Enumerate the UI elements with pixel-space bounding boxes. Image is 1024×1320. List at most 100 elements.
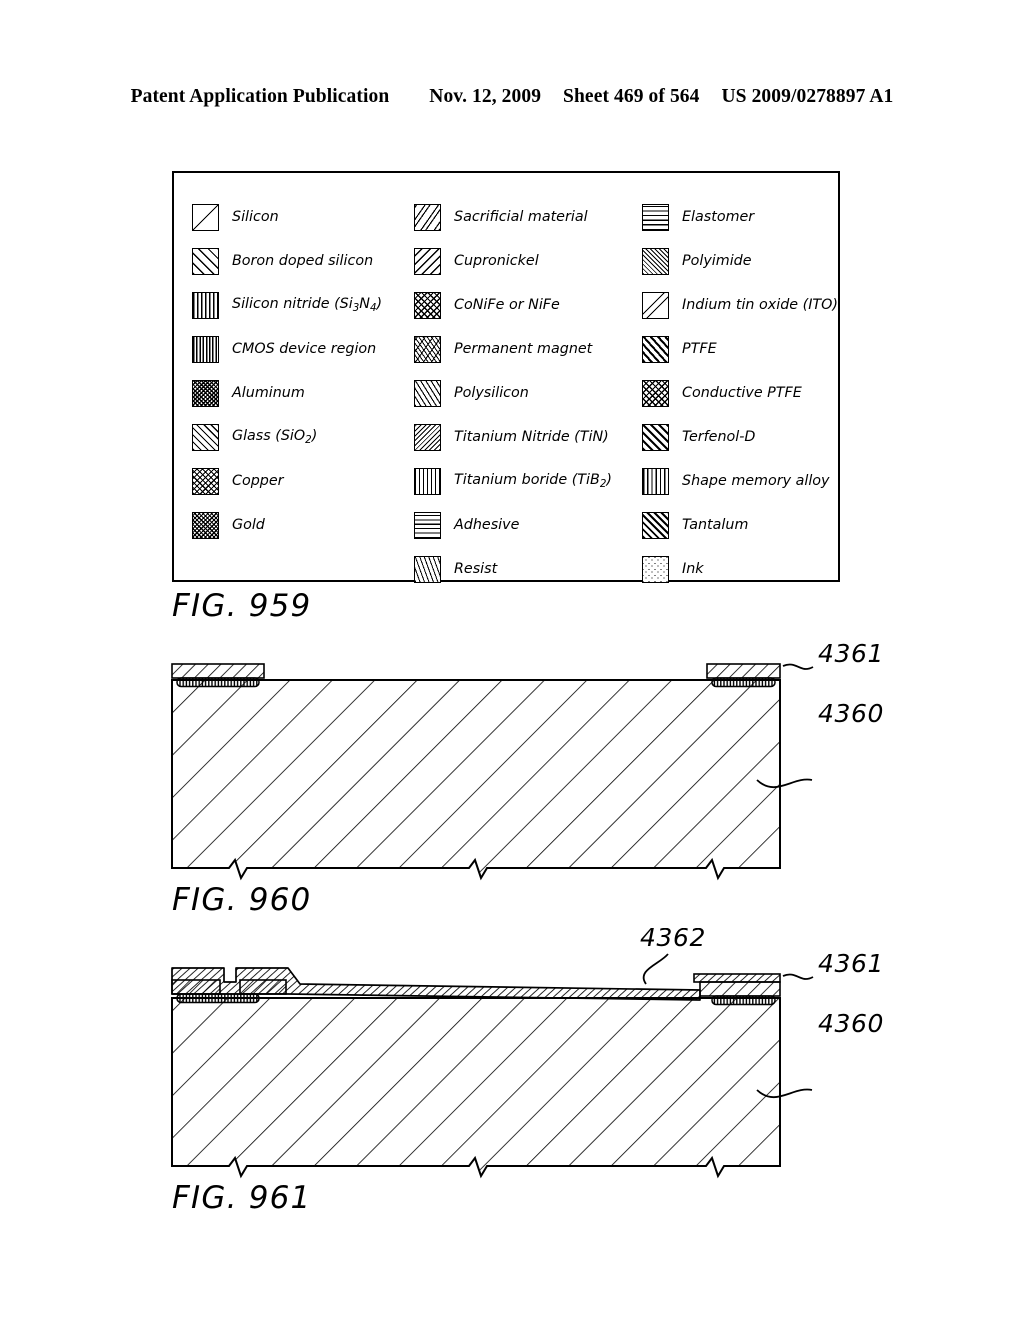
terfenol-swatch-icon: [642, 423, 669, 451]
legend-item-label: Elastomer: [682, 208, 755, 225]
legend-item: Silicon nitride (Si3N4): [192, 283, 410, 327]
legend-item: Resist: [414, 547, 644, 591]
legend-item: Adhesive: [414, 503, 644, 547]
legend-column-1: Silicon Boron doped silicon Silicon nitrid…: [192, 195, 410, 547]
legend-item-label: Sacrificial material: [454, 208, 588, 225]
elastomer-swatch-icon: [642, 203, 669, 231]
legend-item: Permanent magnet: [414, 327, 644, 371]
legend-item: Copper: [192, 459, 410, 503]
legend-item-label: CMOS device region: [232, 340, 377, 357]
legend-item-label: Titanium boride (TiB2): [454, 471, 612, 490]
legend-item-label: Boron doped silicon: [232, 252, 374, 269]
legend-item: CMOS device region: [192, 327, 410, 371]
capping-layer-left-4361: [171, 663, 265, 688]
legend-item-label: Cupronickel: [454, 252, 539, 269]
legend-item: Indium tin oxide (ITO): [642, 283, 842, 327]
crosshatch-swatch-icon: [192, 467, 219, 495]
poly-swatch-icon: [414, 379, 441, 407]
reference-numeral-4361: 4361: [818, 639, 884, 668]
vert-swatch-icon: [192, 291, 219, 319]
header-publication: Patent Application Publication: [130, 86, 390, 107]
reference-numeral-4362: 4362: [640, 928, 706, 952]
leader-line-4361: [782, 663, 814, 670]
header-date: Nov. 12, 2009: [429, 86, 542, 107]
sacrificial-swatch-icon: [414, 203, 441, 231]
ink-swatch-icon: [642, 555, 669, 583]
legend-item: Polyimide: [642, 239, 842, 283]
diag-back-swatch-icon: [414, 247, 441, 275]
tantalum-swatch-icon: [642, 511, 669, 539]
legend-item: Polysilicon: [414, 371, 644, 415]
legend-item-label: Silicon: [232, 208, 279, 225]
diag-wide-swatch-icon: [192, 247, 219, 275]
reference-numeral-4360: 4360: [818, 699, 884, 728]
reference-numeral-4361: 4361: [818, 949, 884, 978]
legend-item-label: Indium tin oxide (ITO): [682, 296, 838, 313]
dots-dark-swatch-icon: [192, 379, 219, 407]
legend-item-label: Silicon nitride (Si3N4): [232, 295, 383, 314]
legend-item-label: CoNiFe or NiFe: [454, 296, 560, 313]
legend-item-label: Titanium Nitride (TiN): [454, 428, 609, 445]
cpvc-swatch-icon: [414, 291, 441, 319]
figure-961-drawing: 4362 4361 4360: [171, 928, 884, 1179]
permag-swatch-icon: [414, 335, 441, 363]
figure-961: 4362 4361 4360: [0, 928, 1024, 1188]
legend-item: Aluminum: [192, 371, 410, 415]
legend-item: Glass (SiO2): [192, 415, 410, 459]
legend-item: Shape memory alloy: [642, 459, 842, 503]
page-header: Patent Application Publication Nov. 12, …: [0, 86, 1024, 108]
legend-item-label: Gold: [232, 516, 265, 533]
legend-item: PTFE: [642, 327, 842, 371]
legend-item-label: Conductive PTFE: [682, 384, 802, 401]
legend-item: Sacrificial material: [414, 195, 644, 239]
resist-swatch-icon: [414, 555, 441, 583]
ptfe-swatch-icon: [642, 335, 669, 363]
legend-item: Silicon: [192, 195, 410, 239]
legend-item: Titanium boride (TiB2): [414, 459, 644, 503]
legend-item: CoNiFe or NiFe: [414, 283, 644, 327]
legend-item: Conductive PTFE: [642, 371, 842, 415]
ito-swatch-icon: [642, 291, 669, 319]
legend-item-label: Terfenol-D: [682, 428, 756, 445]
figure-caption-960: FIG. 960: [172, 882, 312, 918]
legend-item-label: Tantalum: [682, 516, 749, 533]
cpvc-swatch-icon: [642, 379, 669, 407]
header-patent-number: US 2009/0278897 A1: [721, 86, 894, 107]
diag-back-fine-swatch-icon: [414, 423, 441, 451]
legend-item-label: Permanent magnet: [454, 340, 593, 357]
diag-med-swatch-icon: [192, 423, 219, 451]
legend-item: Tantalum: [642, 503, 842, 547]
figure-caption-961: FIG. 961: [172, 1180, 312, 1216]
legend-item: Elastomer: [642, 195, 842, 239]
header-sheet: Sheet 469 of 564: [563, 86, 700, 107]
legend-item-label: Glass (SiO2): [232, 427, 318, 446]
leader-line-4362: [642, 953, 669, 985]
legend-item: Cupronickel: [414, 239, 644, 283]
vert-dense-swatch-icon: [192, 335, 219, 363]
legend-item: Terfenol-D: [642, 415, 842, 459]
legend-item-label: Ink: [682, 560, 704, 577]
legend-item: Titanium Nitride (TiN): [414, 415, 644, 459]
silicon-swatch-icon: [192, 203, 219, 231]
legend-item: Ink: [642, 547, 842, 591]
legend-item-label: Resist: [454, 560, 498, 577]
legend-item-label: Aluminum: [232, 384, 305, 401]
legend-key-box: Silicon Boron doped silicon Silicon nitrid…: [172, 171, 840, 583]
legend-item-label: Shape memory alloy: [682, 472, 830, 489]
sma-swatch-icon: [642, 467, 669, 495]
reference-numeral-4360: 4360: [818, 1009, 884, 1038]
legend-item: Gold: [192, 503, 410, 547]
legend-column-3: Elastomer Polyimide Indium tin oxide (ITO)…: [642, 195, 842, 591]
substrate-4360: [171, 997, 781, 1179]
legend-item-label: Polyimide: [682, 252, 752, 269]
figure-960: 4361 4360: [0, 630, 1024, 890]
legend-item-label: PTFE: [682, 340, 717, 357]
leader-line-4361: [782, 973, 814, 980]
horiz-dash-swatch-icon: [414, 511, 441, 539]
legend-item-label: Copper: [232, 472, 284, 489]
legend-column-2: Sacrificial material Cupronickel CoNiFe or…: [414, 195, 644, 591]
diag-fine-swatch-icon: [642, 247, 669, 275]
legend-item: Boron doped silicon: [192, 239, 410, 283]
legend-item-label: Adhesive: [454, 516, 520, 533]
substrate-4360: [171, 679, 781, 881]
